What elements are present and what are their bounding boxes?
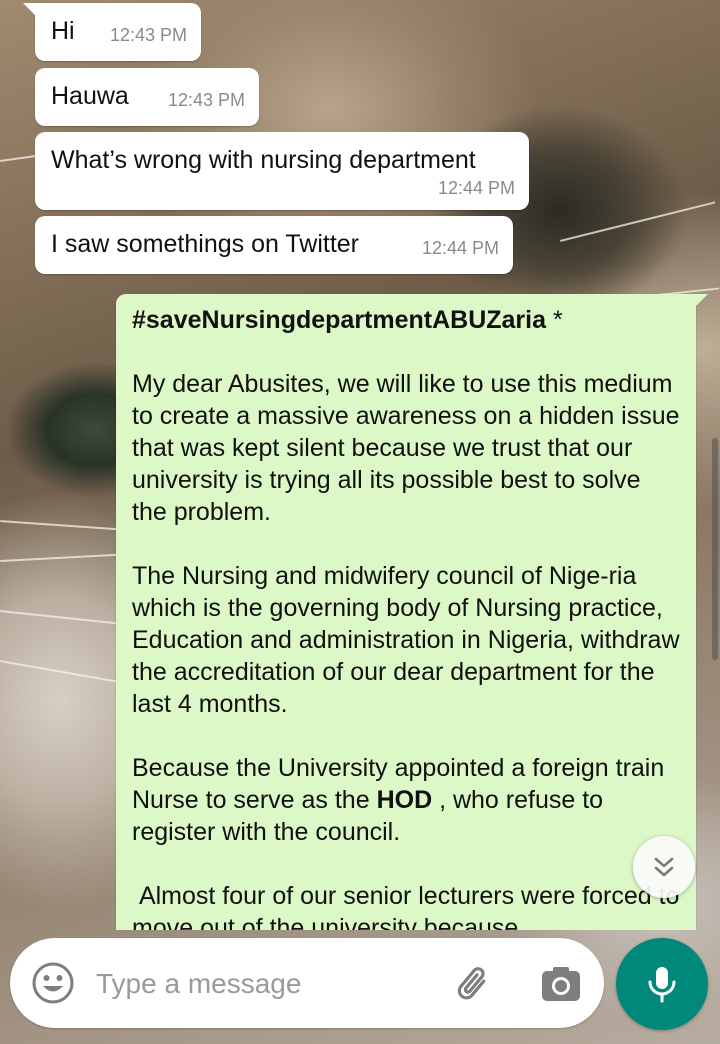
message-paragraph: The Nursing and midwifery council of Nig… (132, 562, 680, 718)
message-bubble-outgoing[interactable]: #saveNursingdepartmentABUZaria * My dear… (116, 294, 708, 930)
message-text: I saw somethings on Twitter (51, 230, 360, 258)
bold-text: HOD (376, 786, 433, 814)
camera-icon (542, 967, 580, 1001)
message-bubble-incoming[interactable]: I saw somethings on Twitter 12:44 PM (35, 216, 513, 274)
emoji-icon (32, 962, 74, 1004)
chevron-double-down-icon (654, 857, 674, 877)
paperclip-icon (457, 967, 486, 1000)
message-paragraph: Almost four of our senior lecturers were… (132, 882, 687, 930)
message-timestamp: 12:43 PM (109, 25, 187, 45)
message-list[interactable]: Hi 12:43 PM Hauwa 12:43 PM What’s wrong … (0, 0, 720, 930)
hashtag-suffix: * (546, 306, 563, 334)
message-bubble-incoming[interactable]: What’s wrong with nursing department 12:… (35, 132, 529, 210)
scrollbar-thumb[interactable] (712, 438, 718, 660)
hashtag-text: #saveNursingdepartmentABUZaria (132, 306, 547, 334)
voice-message-button[interactable] (616, 938, 708, 1030)
scroll-to-bottom-button[interactable] (633, 836, 695, 898)
attach-button[interactable] (450, 960, 500, 1010)
message-text: Hauwa (51, 82, 129, 110)
emoji-button[interactable] (28, 958, 78, 1008)
message-paragraph: My dear Abusites, we will like to use th… (132, 370, 680, 526)
message-composer (10, 938, 604, 1028)
message-bubble-incoming[interactable]: Hauwa 12:43 PM (35, 68, 259, 126)
message-bubble-incoming[interactable]: Hi 12:43 PM (23, 3, 201, 61)
microphone-icon (648, 967, 676, 1003)
message-heading: #saveNursingdepartmentABUZaria * (132, 304, 680, 336)
message-input[interactable] (96, 962, 426, 1006)
camera-button[interactable] (536, 960, 586, 1010)
message-timestamp: 12:44 PM (421, 238, 499, 258)
message-paragraph: Because the University appointed a forei… (132, 752, 680, 848)
message-timestamp: 12:43 PM (167, 90, 245, 110)
message-timestamp: 12:44 PM (437, 178, 515, 198)
message-text: Hi (51, 17, 75, 45)
